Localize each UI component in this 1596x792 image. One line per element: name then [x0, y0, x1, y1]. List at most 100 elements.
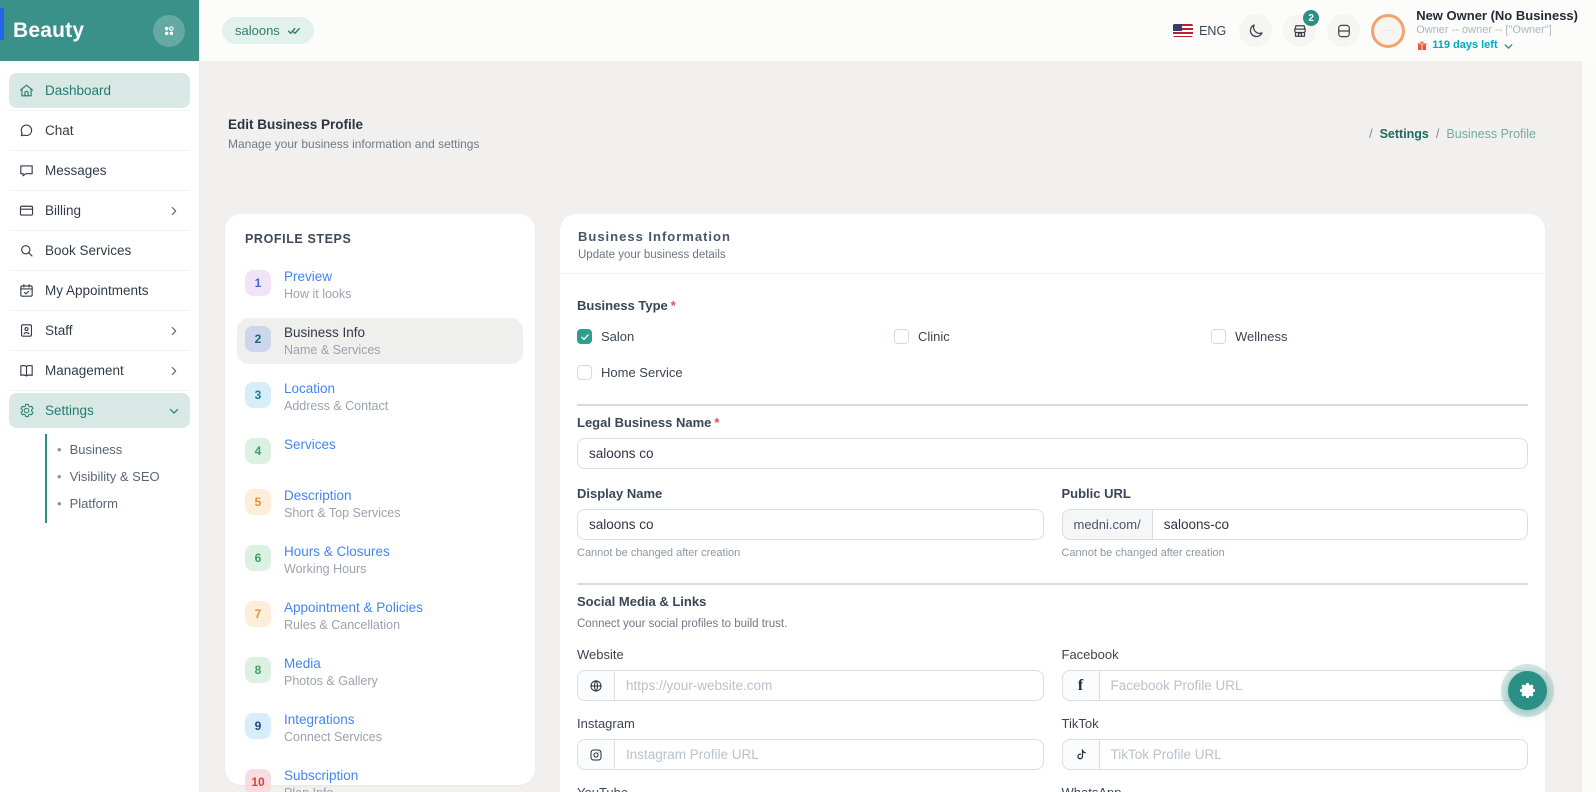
sidebar-item-chat[interactable]: Chat [9, 113, 190, 148]
step-subtitle: Address & Contact [284, 399, 389, 413]
checkbox-icon[interactable] [1211, 329, 1226, 344]
avatar-text: ····· [1381, 27, 1395, 34]
business-type-options: Salon Clinic Wellness Home Service [577, 329, 1528, 380]
sidebar-item-staff[interactable]: Staff [9, 313, 190, 348]
card-header: Business Information Update your busines… [560, 214, 1545, 274]
required-asterisk: * [670, 298, 676, 313]
user-menu[interactable]: New Owner (No Business) Owner -- owner -… [1416, 8, 1578, 53]
sidebar-subitem-platform[interactable]: • Platform [47, 490, 190, 517]
step-item-9[interactable]: 9 Integrations Connect Services [237, 705, 523, 751]
step-subtitle: Working Hours [284, 562, 367, 576]
settings-sub-list: • Business • Visibility & SEO • Platform [45, 434, 190, 523]
language-selector[interactable]: ENG [1173, 24, 1226, 38]
sidebar-item-management[interactable]: Management [9, 353, 190, 388]
sidebar: Beauty Dashboard Chat Messages Billing Book … [0, 0, 200, 792]
sidebar-item-label: Chat [45, 123, 74, 138]
name-url-row: Display Name Cannot be changed after cre… [577, 486, 1528, 559]
website-input[interactable] [614, 670, 1044, 701]
business-type-option-salon[interactable]: Salon [577, 329, 894, 344]
step-title[interactable]: Services [284, 437, 336, 452]
bullet: • [57, 469, 62, 484]
step-title[interactable]: Media [284, 656, 378, 671]
instagram-icon [577, 739, 614, 770]
section-divider [577, 404, 1528, 406]
step-item-10[interactable]: 10 Subscription Plan Info [237, 761, 523, 792]
billing-icon [18, 202, 35, 219]
display-name-field[interactable] [577, 509, 1044, 540]
facebook-input[interactable] [1098, 670, 1528, 701]
apps-grid-button[interactable] [153, 14, 185, 47]
step-item-1[interactable]: 1 Preview How it looks [237, 262, 523, 308]
sidebar-item-billing[interactable]: Billing [9, 193, 190, 228]
step-title[interactable]: Preview [284, 269, 351, 284]
step-item-4[interactable]: 4 Services [237, 430, 523, 471]
sidebar-item-book-services[interactable]: Book Services [9, 233, 190, 268]
tiktok-input[interactable] [1098, 739, 1528, 770]
step-item-8[interactable]: 8 Media Photos & Gallery [237, 649, 523, 695]
business-type-option-clinic[interactable]: Clinic [894, 329, 1211, 344]
checkbox-icon[interactable] [577, 365, 592, 380]
business-type-option-wellness[interactable]: Wellness [1211, 329, 1528, 344]
legal-name-label: Legal Business Name * [577, 415, 720, 430]
topbar-right: ENG 2 ····· New Owner (No Business) Owne… [1173, 8, 1578, 53]
workspace-chip-label: saloons [235, 23, 280, 38]
legal-name-field[interactable] [577, 438, 1528, 469]
social-heading: Social Media & Links [577, 594, 707, 609]
checkbox-icon[interactable] [894, 329, 909, 344]
checkbox-label: Clinic [918, 329, 950, 344]
step-title[interactable]: Integrations [284, 712, 382, 727]
workspace-verified-icon [286, 23, 301, 38]
step-item-2[interactable]: 2 Business Info Name & Services [237, 318, 523, 364]
business-type-label: Business Type * [577, 298, 676, 313]
instagram-icon [588, 747, 604, 763]
step-item-3[interactable]: 3 Location Address & Contact [237, 374, 523, 420]
sidebar-item-dashboard[interactable]: Dashboard [9, 73, 190, 108]
workspace-chip[interactable]: saloons [222, 17, 314, 44]
dark-mode-button[interactable] [1239, 14, 1273, 47]
brand-logo: Beauty [13, 18, 85, 42]
step-item-6[interactable]: 6 Hours & Closures Working Hours [237, 537, 523, 583]
step-item-7[interactable]: 7 Appointment & Policies Rules & Cancellat… [237, 593, 523, 639]
step-item-5[interactable]: 5 Description Short & Top Services [237, 481, 523, 527]
language-label: ENG [1199, 23, 1227, 38]
step-title[interactable]: Subscription [284, 768, 358, 783]
messages-icon [18, 162, 35, 179]
whatsapp-label: WhatsApp [1062, 785, 1529, 792]
step-title[interactable]: Hours & Closures [284, 544, 390, 559]
sidebar-subitem-business[interactable]: • Business [47, 436, 190, 463]
step-title[interactable]: Location [284, 381, 388, 396]
step-title[interactable]: Business Info [284, 325, 381, 340]
settings-fab-button[interactable] [1508, 671, 1547, 710]
bullet: • [57, 442, 62, 457]
globe-icon [588, 678, 604, 694]
stack-button[interactable] [1327, 14, 1361, 47]
sidebar-item-my-appointments[interactable]: My Appointments [9, 273, 190, 308]
whatsapp-field-group: WhatsApp [1062, 785, 1529, 792]
us-flag-icon [1173, 24, 1194, 37]
sidebar-item-messages[interactable]: Messages [9, 153, 190, 188]
instagram-input[interactable] [614, 739, 1044, 770]
stack-icon [1335, 22, 1353, 40]
page-header: Edit Business Profile Manage your busine… [228, 117, 1536, 151]
avatar[interactable]: ····· [1371, 13, 1406, 48]
public-url-field[interactable] [1151, 509, 1528, 540]
sidebar-subitem-visibility-seo[interactable]: • Visibility & SEO [47, 463, 190, 490]
checkbox-label: Home Service [601, 365, 683, 380]
facebook-field-group: Facebook f [1061, 647, 1528, 701]
home-icon [18, 82, 35, 99]
social-fields: Website Facebook f Instagram TikTok YouTube Wh… [577, 647, 1528, 792]
scrollbar[interactable] [1581, 61, 1596, 792]
checkbox-checked-icon[interactable] [577, 329, 592, 344]
accent-bar [0, 8, 4, 40]
sidebar-header: Beauty [0, 0, 199, 61]
user-name: New Owner (No Business) [1416, 8, 1578, 24]
store-button[interactable]: 2 [1283, 10, 1320, 47]
step-title[interactable]: Appointment & Policies [284, 600, 423, 615]
chevron-down-icon [167, 404, 181, 418]
breadcrumb-settings-link[interactable]: Settings [1380, 127, 1429, 141]
step-title[interactable]: Description [284, 488, 401, 503]
sidebar-item-settings[interactable]: Settings [9, 393, 190, 428]
card-subtitle: Update your business details [578, 249, 726, 261]
business-type-option-home-service[interactable]: Home Service [577, 365, 894, 380]
public-url-prefix: medni.com/ [1061, 509, 1152, 540]
